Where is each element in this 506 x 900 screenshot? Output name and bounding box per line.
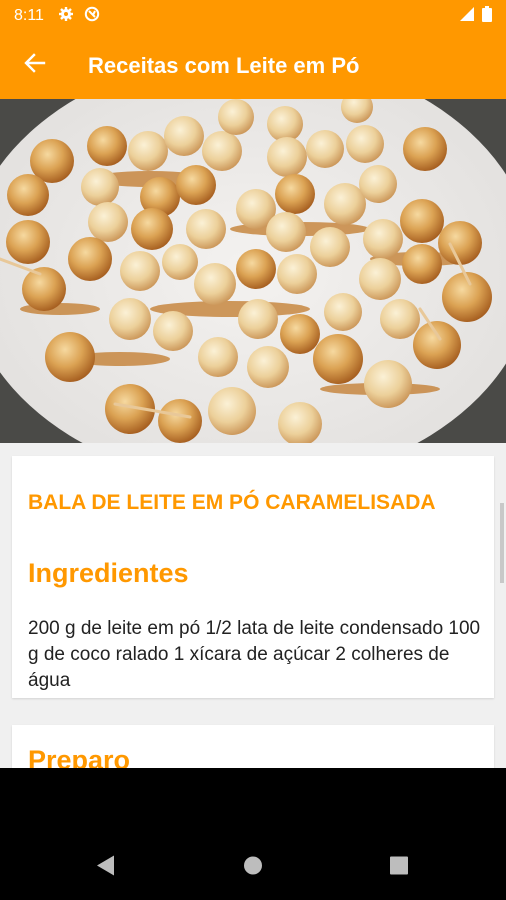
home-circle-icon (243, 856, 263, 881)
ingredients-text: 200 g de leite em pó 1/2 lata de leite c… (28, 618, 481, 691)
ingredients-heading: Ingredientes (28, 558, 189, 588)
status-time: 8:11 (14, 7, 44, 24)
sync-icon (84, 6, 100, 27)
app-bar: Receitas com Leite em Pó (0, 32, 506, 99)
nav-home-button[interactable] (243, 856, 263, 881)
recents-square-icon (390, 856, 408, 880)
nav-recents-button[interactable] (390, 856, 408, 880)
back-button[interactable] (0, 32, 70, 99)
signal-icon (460, 6, 474, 26)
recipe-photo (0, 99, 506, 443)
app-title: Receitas com Leite em Pó (88, 52, 360, 78)
recipe-title: BALA DE LEITE EM PÓ CARAMELISADA (28, 491, 436, 514)
status-bar: 8:11 (0, 0, 506, 32)
navigation-bar (0, 768, 506, 900)
recipe-content: BALA DE LEITE EM PÓ CARAMELISADA Ingredi… (0, 443, 506, 768)
back-triangle-icon (97, 855, 115, 881)
preparation-heading: Preparo (28, 745, 131, 768)
nav-back-button[interactable] (97, 855, 115, 881)
preparation-card: Preparo (12, 725, 494, 768)
scrollbar-thumb[interactable] (500, 503, 504, 583)
arrow-left-icon (24, 52, 46, 79)
settings-icon (58, 6, 74, 27)
recipe-card: BALA DE LEITE EM PÓ CARAMELISADA Ingredi… (12, 456, 494, 698)
battery-icon (482, 5, 492, 27)
